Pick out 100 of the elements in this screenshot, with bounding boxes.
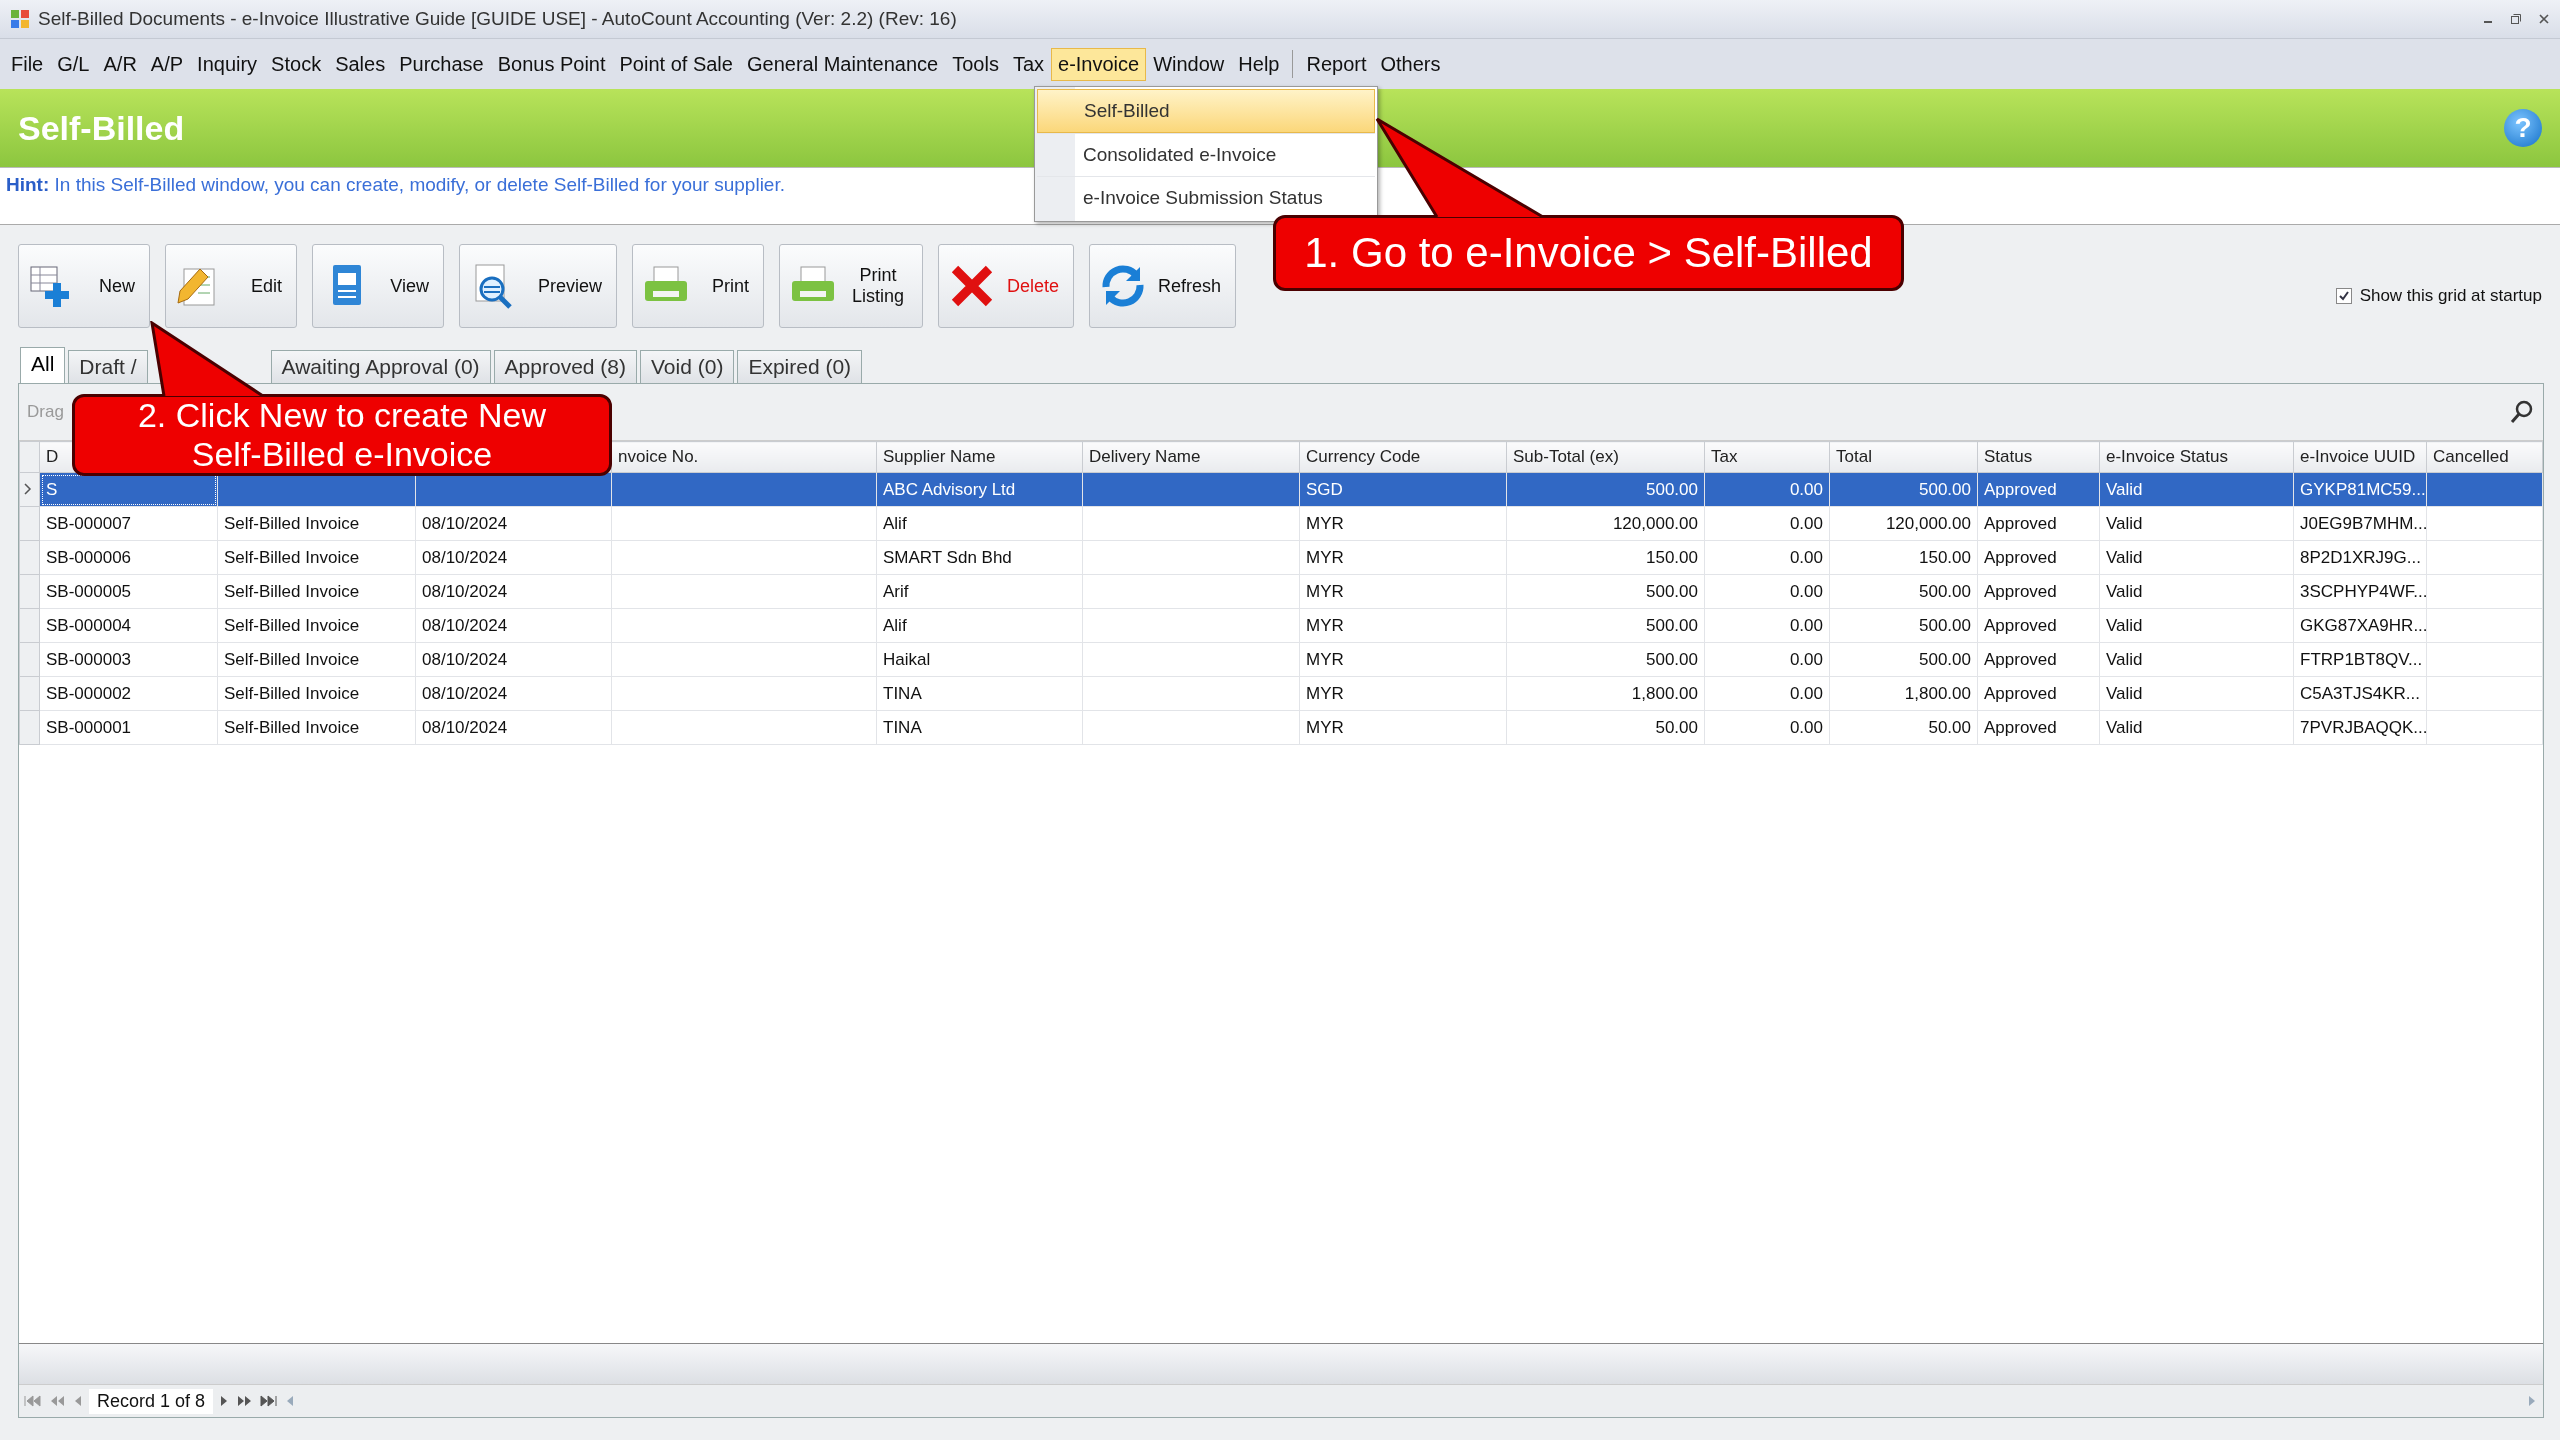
table-cell: TINA: [883, 717, 922, 737]
current-row-icon: [24, 482, 32, 495]
tab[interactable]: All: [20, 347, 66, 383]
table-cell: 08/10/2024: [422, 683, 508, 703]
hint-text: Hint: In this Self-Billed window, you can create, modify, or delete Self-Billed for your supplier.: [6, 174, 785, 195]
table-cell: 1,800.00: [1631, 683, 1698, 703]
table-cell: 120,000.00: [1885, 513, 1971, 533]
table-cell: Valid: [2106, 581, 2143, 601]
table-cell: 08/10/2024: [422, 717, 508, 737]
search-icon[interactable]: [2509, 399, 2535, 425]
menu-item[interactable]: e-Invoice: [1051, 47, 1147, 81]
column-header[interactable]: Tax: [1711, 447, 1738, 466]
table-cell: 500.00: [1919, 479, 1971, 499]
menu-item[interactable]: Sales: [328, 47, 393, 81]
menu-item[interactable]: Tools: [945, 47, 1006, 81]
table-cell: Approved: [1984, 547, 2057, 567]
table-cell: Valid: [2106, 683, 2143, 703]
toolbar-button[interactable]: Delete: [938, 244, 1075, 328]
table-cell: 50.00: [1655, 717, 1698, 737]
table-cell: 0.00: [1789, 581, 1823, 601]
table-cell: J0EG9B7MHM...: [2300, 513, 2426, 533]
table-cell: MYR: [1306, 513, 1344, 533]
column-header[interactable]: Total: [1836, 447, 1872, 466]
table-cell: MYR: [1306, 649, 1344, 669]
menu-item[interactable]: Others: [1373, 47, 1448, 81]
checkbox[interactable]: [2335, 288, 2352, 304]
table-cell: S: [46, 479, 58, 499]
menu-item[interactable]: Purchase: [392, 47, 491, 81]
table-cell: Valid: [2106, 717, 2143, 737]
table-cell: Valid: [2106, 513, 2143, 533]
table-cell: 0.00: [1789, 547, 1823, 567]
dropdown-item[interactable]: Consolidated e-Invoice: [1037, 133, 1375, 176]
column-header[interactable]: nvoice No.: [618, 447, 699, 466]
menu-item[interactable]: General Maintenance: [739, 47, 946, 81]
table-cell: SB-000002: [46, 683, 132, 703]
group-panel-hint: Drag: [27, 402, 64, 422]
menu-item[interactable]: Point of Sale: [612, 47, 740, 81]
table-cell: 150.00: [1646, 547, 1698, 567]
table-cell: 500.00: [1646, 479, 1698, 499]
table-cell: GKG87XA9HR...: [2300, 615, 2426, 635]
table-cell: Approved: [1984, 581, 2057, 601]
menu-item[interactable]: File: [4, 47, 51, 81]
last-record-icon[interactable]: [259, 1394, 280, 1408]
table-row[interactable]: SB-000001 Self-Billed Invoice 08/10/2024 TINA MYR 50.00 0.00 50.00 Approved Valid 7PVRJBAQQK...: [19, 710, 2543, 745]
table-row[interactable]: SB-000005 Self-Billed Invoice 08/10/2024 Arif MYR 500.00 0.00 500.00 Approved Valid 3SCPHYP4WF...: [19, 574, 2543, 609]
table-cell: Self-Billed Invoice: [224, 581, 360, 601]
toolbar-button[interactable]: Print Listing: [779, 244, 923, 328]
table-cell: 500.00: [1646, 649, 1698, 669]
table-cell: Approved: [1984, 615, 2057, 635]
menu-item[interactable]: A/R: [96, 47, 144, 81]
column-header[interactable]: D: [46, 447, 59, 466]
table-cell: Self-Billed Invoice: [224, 615, 360, 635]
menu-item[interactable]: Bonus Point: [490, 47, 613, 81]
table-cell: Approved: [1984, 683, 2057, 703]
menu-item[interactable]: Help: [1231, 47, 1287, 81]
menu-item[interactable]: Window: [1146, 47, 1232, 81]
table-cell: SB-000007: [46, 513, 132, 533]
menu-item[interactable]: G/L: [50, 47, 97, 81]
toolbar-button[interactable]: Edit: [165, 244, 297, 328]
toolbar-button[interactable]: View: [312, 244, 444, 328]
restore-icon[interactable]: [2510, 13, 2522, 25]
menu-item[interactable]: Report: [1299, 47, 1374, 81]
toolbar-button[interactable]: Refresh: [1089, 244, 1237, 328]
table-cell: 500.00: [1646, 615, 1698, 635]
table-cell: FTRP1BT8QV...: [2300, 649, 2423, 669]
table-cell: Approved: [1984, 649, 2057, 669]
tab[interactable]: Awaiting Approval (0): [270, 350, 491, 383]
table-cell: 08/10/2024: [422, 615, 508, 635]
menu-item[interactable]: Tax: [1005, 47, 1051, 81]
table-cell: Self-Billed Invoice: [224, 717, 360, 737]
menu-item[interactable]: Inquiry: [190, 47, 265, 81]
toolbar-button[interactable]: Print: [632, 244, 764, 328]
table-row[interactable]: SB-000007 Self-Billed Invoice 08/10/2024 Alif MYR 120,000.00 0.00 120,000.00 Approved Valid J0EG9B7MHM...: [19, 506, 2543, 541]
close-icon[interactable]: [2538, 13, 2550, 25]
toolbar-button[interactable]: Preview: [459, 244, 617, 328]
table-cell: SMART Sdn Bhd: [883, 547, 1012, 567]
table-cell: GYKP81MC59...: [2300, 479, 2426, 499]
table-cell: MYR: [1306, 717, 1344, 737]
tab[interactable]: Expired (0): [737, 350, 863, 383]
show-grid-checkbox[interactable]: Show this grid at startup: [2335, 286, 2542, 306]
toolbar-button[interactable]: New: [18, 244, 150, 328]
table-cell: Approved: [1984, 717, 2057, 737]
tab[interactable]: Approved (8): [493, 350, 637, 383]
table-row[interactable]: SB-000002 Self-Billed Invoice 08/10/2024 TINA MYR 1,800.00 0.00 1,800.00 Approved Valid C5A3TJS4KR...: [19, 676, 2543, 711]
table-cell: SB-000001: [46, 717, 132, 737]
table-row[interactable]: SB-000006 Self-Billed Invoice 08/10/2024 SMART Sdn Bhd MYR 150.00 0.00 150.00 Approved Valid 8P2D1XRJ9G...: [19, 540, 2543, 575]
menu-item[interactable]: Stock: [264, 47, 329, 81]
table-row[interactable]: SB-000004 Self-Billed Invoice 08/10/2024 Alif MYR 500.00 0.00 500.00 Approved Valid GKG87XA9HR...: [19, 608, 2543, 643]
table-cell: ABC Advisory Ltd: [883, 479, 1016, 499]
tab[interactable]: Draft /: [68, 350, 148, 383]
table-cell: 7PVRJBAQQK...: [2300, 717, 2426, 737]
table-cell: 50.00: [1928, 717, 1971, 737]
table-cell: Valid: [2106, 615, 2143, 635]
tab[interactable]: Void (0): [640, 350, 735, 383]
table-row[interactable]: S ABC Advisory Ltd SGD 500.00 0.00 500.00 Approved Valid GYKP81MC59...: [19, 472, 2543, 507]
menu-item[interactable]: A/P: [143, 47, 191, 81]
table-cell: TINA: [883, 683, 922, 703]
table-cell: SB-000006: [46, 547, 132, 567]
dropdown-item[interactable]: Self-Billed: [1037, 89, 1375, 133]
table-row[interactable]: SB-000003 Self-Billed Invoice 08/10/2024 Haikal MYR 500.00 0.00 500.00 Approved Valid FTRP1BT8QV...: [19, 642, 2543, 677]
